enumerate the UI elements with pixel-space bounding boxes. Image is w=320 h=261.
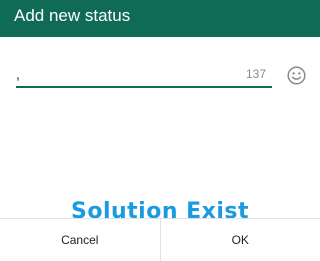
dialog-header: Add new status — [0, 0, 320, 37]
status-input-value[interactable]: , — [16, 66, 20, 82]
add-status-dialog: Add new status , 137 Solution Exist Canc… — [0, 0, 320, 261]
char-counter: 137 — [245, 67, 266, 81]
dialog-button-bar: Cancel OK — [0, 218, 320, 261]
smiley-face-icon[interactable] — [287, 66, 306, 85]
ok-button[interactable]: OK — [161, 219, 320, 261]
dialog-title: Add new status — [14, 6, 131, 25]
cancel-button[interactable]: Cancel — [0, 219, 161, 261]
status-input[interactable]: , 137 — [16, 62, 272, 88]
